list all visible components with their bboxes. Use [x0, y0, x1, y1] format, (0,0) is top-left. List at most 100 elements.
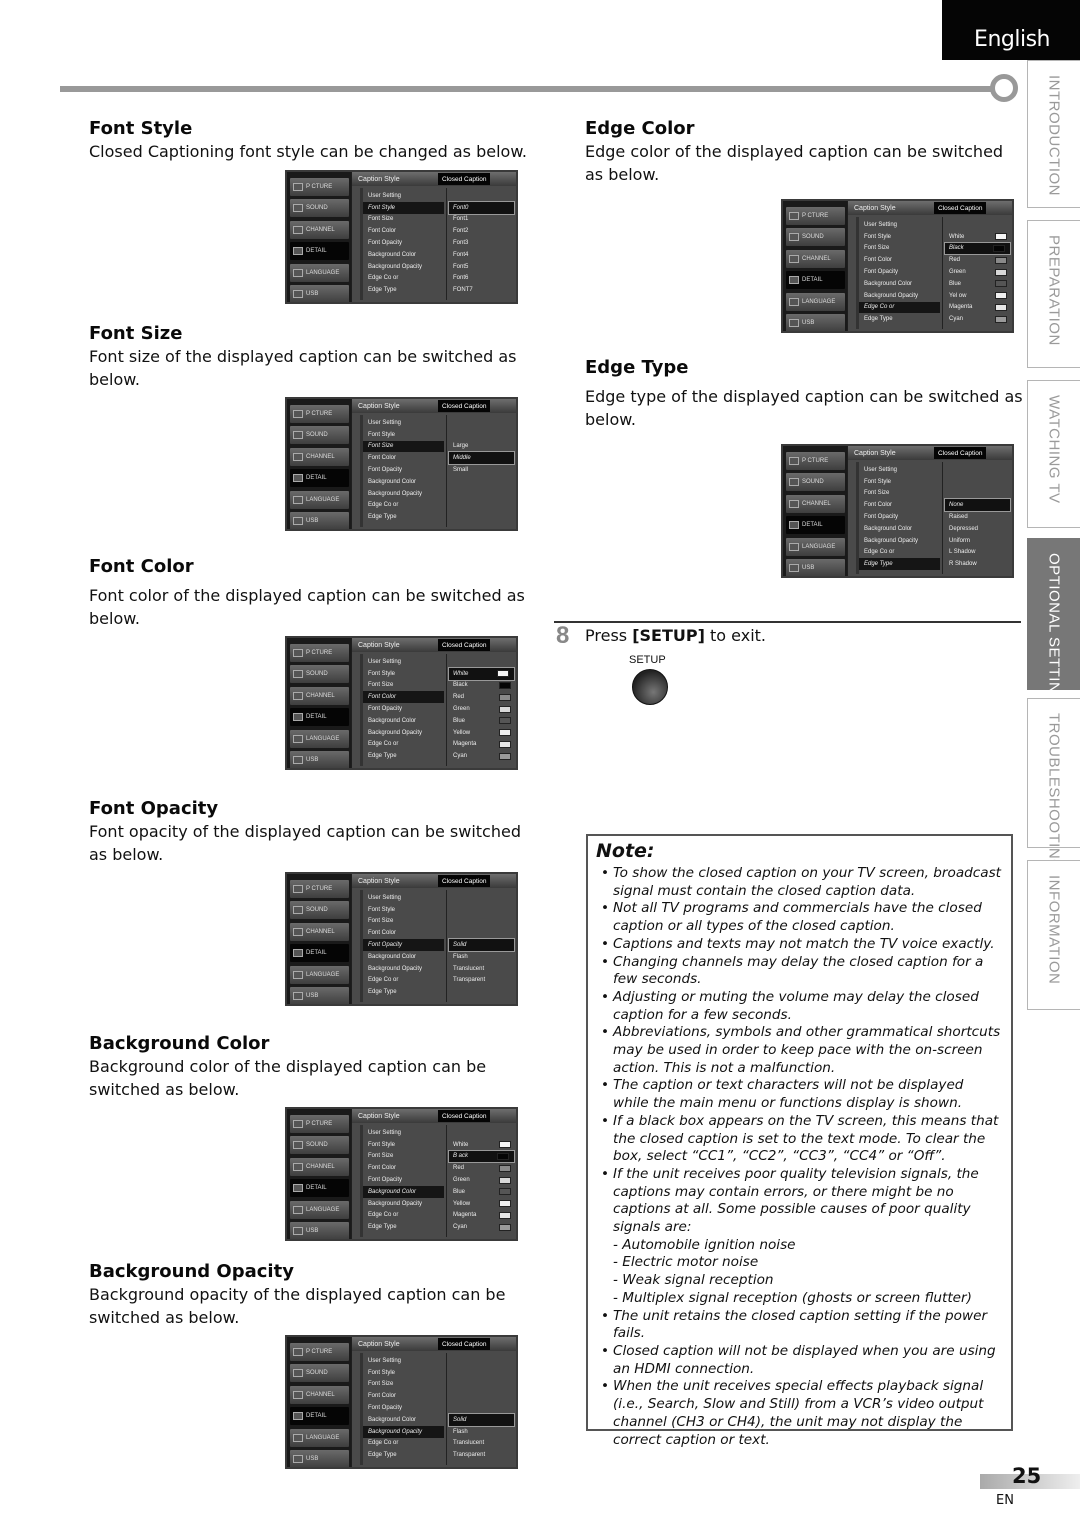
menu-category-icon	[293, 1348, 303, 1356]
tv-menu-nav-item: LANGUAGE	[290, 490, 349, 509]
tv-menu-nav-item: DETAIL	[786, 271, 845, 290]
note-item: The caption or text characters will not …	[596, 1077, 1003, 1112]
note-item: Closed caption will not be displayed whe…	[596, 1343, 1003, 1378]
menu-category-icon	[789, 521, 799, 530]
tv-menu-nav: P CTURE SOUND CHANNEL DETAIL LANGUAGE USB	[287, 874, 351, 1004]
tv-menu-nav-item: DETAIL	[290, 1179, 349, 1198]
menu-category-icon	[293, 885, 303, 893]
menu-category-icon	[293, 410, 303, 418]
tab-preparation[interactable]: PREPARATION	[1027, 220, 1080, 368]
tv-menu-item: User Setting	[368, 1129, 402, 1136]
color-swatch	[995, 315, 1007, 323]
step-instruction: Press [SETUP] to exit.	[585, 626, 766, 645]
tv-menu-option: Translucent	[453, 1440, 485, 1447]
color-swatch	[499, 717, 511, 725]
tv-menu-item: Edge Co or	[368, 502, 399, 509]
menu-category-icon	[293, 755, 303, 764]
note-sub-item: - Electric motor noise	[613, 1254, 759, 1271]
tv-menu-item: Font Style	[864, 233, 892, 240]
closed-caption-tab: Closed Caption	[438, 875, 491, 887]
tv-menu-nav-item: P CTURE	[290, 1343, 349, 1361]
tv-menu-nav-item: USB	[290, 1221, 349, 1239]
tv-menu-option: Transparent	[453, 1452, 486, 1459]
tv-menu-option: Font4	[453, 251, 469, 258]
tv-menu-option: Cyan	[447, 1221, 516, 1233]
tv-menu-option: Magenta	[943, 302, 1012, 314]
tv-menu-option: Translucent	[453, 965, 485, 972]
tv-menu-item: Edge Co or	[859, 301, 940, 314]
menu-category-icon	[789, 457, 799, 465]
tv-menu-option: Cyan	[447, 750, 516, 762]
tv-menu-nav-item: CHANNEL	[290, 220, 349, 239]
tv-menu-font-color: P CTURE SOUND CHANNEL DETAIL LANGUAGE USB Capt…	[285, 636, 518, 770]
tv-menu-nav-item: CHANNEL	[290, 686, 349, 705]
tv-menu-option: White	[447, 1139, 516, 1151]
tv-menu-nav-item: DETAIL	[786, 516, 845, 535]
tv-menu-option: Cyan	[943, 313, 1012, 325]
tv-menu-item: Background Opacity	[864, 537, 919, 544]
color-swatch	[995, 280, 1007, 288]
tv-menu-nav: P CTURE SOUND CHANNEL DETAIL LANGUAGE USB	[287, 172, 351, 302]
tv-menu-option: Solid	[448, 1413, 515, 1427]
note-sub-item: - Weak signal reception	[613, 1272, 774, 1289]
tv-menu-item: Font Color	[368, 1165, 397, 1172]
tv-menu-nav: P CTURE SOUND CHANNEL DETAIL LANGUAGE USB	[287, 399, 351, 529]
menu-category-icon	[293, 1369, 303, 1378]
menu-category-icon	[293, 1454, 303, 1463]
menu-category-icon	[789, 318, 799, 327]
section-desc-font-size: Font size of the displayed caption can b…	[89, 347, 517, 389]
tv-menu-option: Transparent	[453, 977, 486, 984]
tv-menu-item: Font Opacity	[368, 1177, 403, 1184]
tv-menu-item: Edge Type	[368, 287, 397, 294]
note-item: When the unit receives special effects p…	[596, 1378, 1003, 1449]
color-swatch	[499, 729, 511, 737]
menu-category-icon	[293, 1205, 303, 1214]
tv-menu-item: Font Style	[368, 431, 396, 438]
section-title-font-size: Font Size	[89, 323, 183, 344]
tv-menu-option: Large	[453, 443, 469, 450]
tv-menu-item: Font Style	[368, 906, 396, 913]
menu-category-icon	[293, 1162, 303, 1171]
note-sub-item: - Automobile ignition noise	[613, 1236, 796, 1253]
tv-menu-font-style: P CTURE SOUND CHANNEL DETAIL LANGUAGE USB Capt…	[285, 170, 518, 304]
menu-category-icon	[789, 212, 799, 220]
tab-introduction[interactable]: INTRODUCTION	[1027, 60, 1080, 208]
tv-menu-option: Yellow	[447, 1198, 516, 1210]
tv-menu-item: Edge Type	[368, 989, 397, 996]
tv-menu-item: Font Color	[368, 455, 397, 462]
menu-category-icon	[293, 1390, 303, 1399]
section-desc-background-color: Background color of the displayed captio…	[89, 1057, 487, 1099]
tv-menu-item: Font Size	[368, 1381, 394, 1388]
tv-menu-item: Background Color	[363, 1185, 444, 1198]
note-item: Abbreviations, symbols and other grammat…	[596, 1024, 1003, 1077]
tv-menu-item: Font Opacity	[368, 240, 403, 247]
tv-menu-item: Background Opacity	[368, 490, 423, 497]
tv-menu-header: Caption Style Closed Caption	[352, 1109, 516, 1123]
tv-menu-item: Background Color	[864, 280, 913, 287]
tv-menu-nav-item: DETAIL	[290, 1407, 349, 1426]
tab-troubleshooting[interactable]: TROUBLESHOOTING	[1027, 698, 1080, 871]
tv-menu-option: B ack	[448, 1149, 515, 1164]
tv-menu-option: Green	[943, 266, 1012, 278]
menu-category-icon	[293, 670, 303, 679]
tv-menu-item: Edge Co or	[368, 741, 399, 748]
tv-menu-nav-item: SOUND	[290, 1136, 349, 1155]
setup-button-icon	[632, 669, 668, 705]
tv-menu-nav-item: LANGUAGE	[290, 965, 349, 984]
color-swatch	[499, 1188, 511, 1196]
tab-information[interactable]: INFORMATION	[1027, 860, 1080, 1010]
note-item: To show the closed caption on your TV sc…	[596, 865, 1003, 900]
tv-menu-nav-item: P CTURE	[290, 178, 349, 196]
setup-button-label: SETUP	[629, 654, 666, 666]
tv-menu-nav-item: SOUND	[290, 901, 349, 920]
tab-watching-tv[interactable]: WATCHING TV	[1027, 380, 1080, 528]
tv-menu-item: Background Opacity	[368, 729, 423, 736]
section-desc-edge-color: Edge color of the displayed caption can …	[585, 142, 1004, 184]
menu-category-icon	[293, 970, 303, 979]
tab-optional-setting[interactable]: OPTIONAL SETTING	[1027, 538, 1080, 705]
tv-menu-option: None	[944, 498, 1011, 513]
tv-menu-header: Caption Style Closed Caption	[848, 446, 1012, 460]
menu-category-icon	[789, 478, 799, 487]
tv-menu-item: User Setting	[864, 466, 898, 473]
tv-menu-item: Font Style	[368, 1141, 396, 1148]
